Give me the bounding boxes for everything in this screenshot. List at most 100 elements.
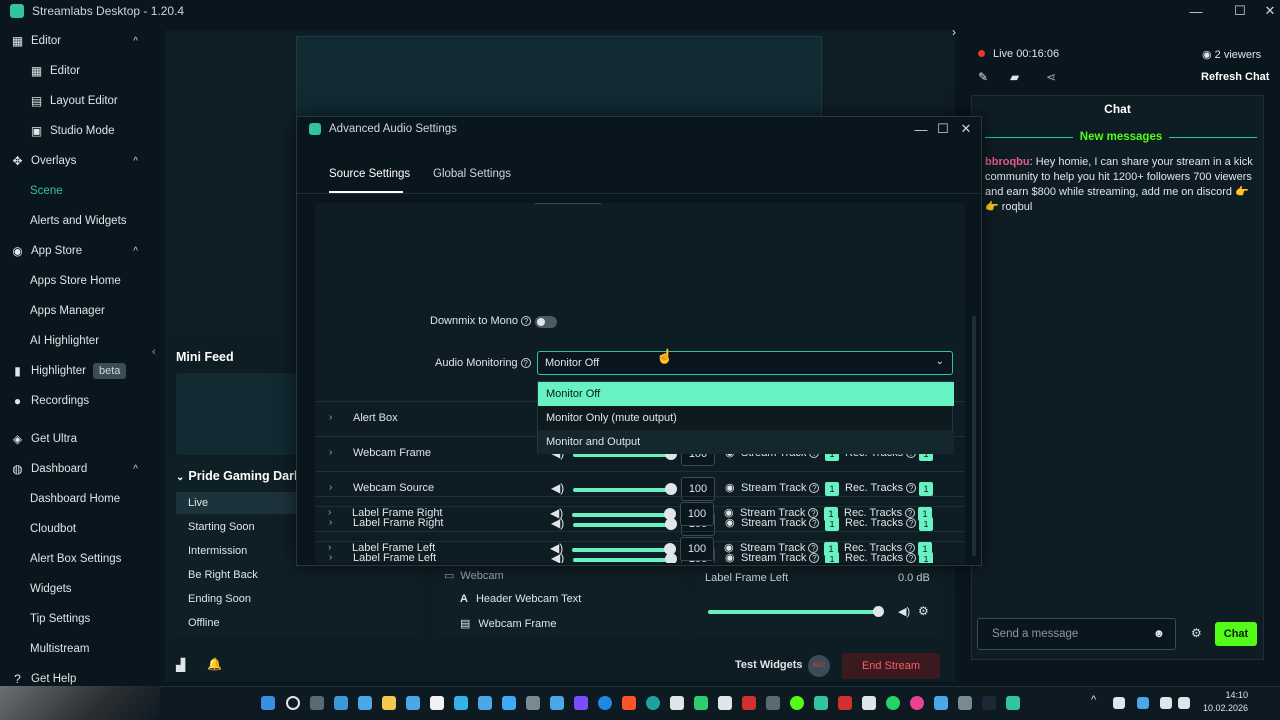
sidebar-item-widgets[interactable]: Widgets (0, 574, 150, 604)
sidebar-item-recordings[interactable]: ● Recordings (0, 386, 150, 416)
mixer-slider[interactable] (708, 610, 878, 614)
rec-button[interactable]: REC (808, 655, 830, 677)
pdf-icon[interactable] (742, 696, 756, 710)
share-icon[interactable]: ⋖ (1046, 70, 1056, 84)
option-monitor-off[interactable]: Monitor Off (538, 382, 954, 406)
volume-input[interactable]: 100 (680, 537, 714, 561)
sidebar-item-studio-mode[interactable]: ▣ Studio Mode (0, 116, 150, 146)
sidebar-item-layout-editor[interactable]: ▤ Layout Editor (0, 86, 150, 116)
brave-icon[interactable] (622, 696, 636, 710)
sidebar-item-app-store[interactable]: ◉ App Store ^ (0, 236, 150, 266)
volume-icon[interactable]: ◀) (550, 541, 563, 555)
audio-monitoring-select[interactable]: Monitor Off ⌄ (537, 351, 953, 375)
tab-global-settings[interactable]: Global Settings (433, 168, 511, 180)
scene-collection-title[interactable]: ⌄ Pride Gaming Dark (176, 469, 301, 483)
volume-slider-knob[interactable] (664, 508, 676, 520)
chat-settings-gear-icon[interactable]: ⚙ (1191, 626, 1202, 640)
sidebar-item-dashboard[interactable]: ◍ Dashboard ^ (0, 454, 150, 484)
volume-slider[interactable] (573, 488, 669, 492)
task-view-icon[interactable] (310, 696, 324, 710)
store-icon[interactable] (406, 696, 420, 710)
stream-track-toggle[interactable]: 1 (825, 482, 839, 496)
browser-icon[interactable] (646, 696, 660, 710)
downmix-toggle[interactable] (535, 316, 557, 328)
rec-track-toggle[interactable]: 1 (919, 482, 933, 496)
source-group-webcam[interactable]: ▭ Webcam (444, 569, 504, 583)
refresh-chat-button[interactable]: Refresh Chat (1201, 71, 1269, 83)
emoji-icon[interactable]: ☻ (1153, 628, 1165, 640)
dialog-scrollbar[interactable] (972, 316, 976, 556)
tray-chevron-up-icon[interactable]: ^ (1091, 694, 1096, 706)
source-item[interactable]: ▤ Webcam Frame (460, 617, 556, 631)
help-icon[interactable]: ? (520, 358, 531, 369)
help-icon[interactable]: ? (809, 483, 820, 494)
sidebar-item-overlays[interactable]: ✥ Overlays ^ (0, 146, 150, 176)
chat-send-button[interactable]: Chat (1215, 622, 1257, 646)
sidebar-item-apps-manager[interactable]: Apps Manager (0, 296, 150, 326)
sidebar-item-scene[interactable]: Scene (0, 176, 150, 206)
tray-icon-1[interactable] (1113, 697, 1125, 709)
file-explorer-icon[interactable] (382, 696, 396, 710)
performance-icon[interactable]: ▟ (176, 658, 185, 672)
paint-icon[interactable] (910, 696, 924, 710)
eye-icon[interactable]: ◉ (724, 506, 734, 519)
onenote-icon[interactable] (574, 696, 588, 710)
teams-icon[interactable] (550, 696, 564, 710)
option-monitor-and-output[interactable]: Monitor and Output (538, 430, 954, 454)
sidebar-item-cloudbot[interactable]: Cloudbot (0, 514, 150, 544)
scene-item[interactable]: Offline (176, 612, 296, 634)
volume-slider-knob[interactable] (665, 483, 677, 495)
whatsapp-icon[interactable] (886, 696, 900, 710)
spotify-icon[interactable] (790, 696, 804, 710)
widgets-icon[interactable] (334, 696, 348, 710)
dialog-close-button[interactable]: ✕ (954, 117, 978, 141)
chevron-right-icon[interactable]: › (329, 412, 332, 423)
close-button[interactable]: ✕ (1250, 0, 1280, 22)
tray-icon-2[interactable] (1137, 697, 1149, 709)
clock-date[interactable]: 10.02.2026 (1198, 703, 1248, 713)
minimize-button[interactable]: — (1176, 0, 1216, 22)
source-item[interactable]: A Header Webcam Text (460, 593, 581, 605)
chevron-up-icon[interactable]: ^ (133, 156, 138, 167)
scene-item[interactable]: Ending Soon (176, 588, 296, 610)
start-icon[interactable] (261, 696, 275, 710)
eye-icon[interactable]: ◉ (724, 541, 734, 554)
sidebar-item-editor-sub[interactable]: ▦ Editor (0, 56, 150, 86)
sidebar-item-dashboard-home[interactable]: Dashboard Home (0, 484, 150, 514)
chevron-up-icon[interactable]: ^ (133, 36, 138, 47)
help-icon[interactable]: ? (521, 316, 532, 327)
scene-item[interactable]: Intermission (176, 540, 296, 562)
sidebar-item-get-ultra[interactable]: ◈ Get Ultra (0, 424, 150, 454)
help-icon[interactable]: ? (808, 543, 819, 554)
help-icon[interactable]: ? (808, 508, 819, 519)
chat-message-input[interactable]: Send a message ☻ (977, 618, 1176, 650)
edit-icon[interactable]: ✎ (978, 70, 988, 84)
scene-item[interactable]: Starting Soon (176, 516, 296, 538)
source-row[interactable]: › Label Frame Right ◀) 100 ◉ Stream Trac… (314, 496, 964, 531)
volume-input[interactable]: 100 (680, 502, 714, 526)
mail-icon[interactable] (358, 696, 372, 710)
volume-slider[interactable] (572, 513, 668, 517)
scene-item[interactable]: Live (176, 492, 296, 514)
help-icon[interactable]: ? (906, 483, 917, 494)
app-icon[interactable] (454, 696, 468, 710)
chevron-right-icon[interactable]: › (328, 507, 331, 518)
sidebar-item-editor[interactable]: ▦ Editor ^ (0, 26, 150, 56)
docs-icon[interactable] (718, 696, 732, 710)
sidebar-item-ai-highlighter[interactable]: AI Highlighter (0, 326, 150, 356)
sidebar-item-multistream[interactable]: Multistream (0, 634, 150, 664)
outlook-icon[interactable] (502, 696, 516, 710)
mixer-slider-knob[interactable] (873, 606, 884, 617)
eye-icon[interactable]: ◉ (725, 481, 735, 494)
sidebar-item-alert-box-settings[interactable]: Alert Box Settings (0, 544, 150, 574)
gear-icon[interactable]: ⚙ (918, 604, 929, 618)
volume-icon[interactable]: ◀) (551, 481, 564, 495)
share-app-icon[interactable] (814, 696, 828, 710)
collapse-arrow-icon[interactable]: ‹ (152, 346, 156, 358)
test-widgets-button[interactable]: Test Widgets (735, 659, 803, 671)
kick-icon[interactable] (694, 696, 708, 710)
sidebar-item-highlighter[interactable]: ▮ Highlighter beta (0, 356, 150, 386)
sidebar-item-apps-store-home[interactable]: Apps Store Home (0, 266, 150, 296)
search-icon[interactable] (286, 696, 300, 710)
notepad-icon[interactable] (430, 696, 444, 710)
